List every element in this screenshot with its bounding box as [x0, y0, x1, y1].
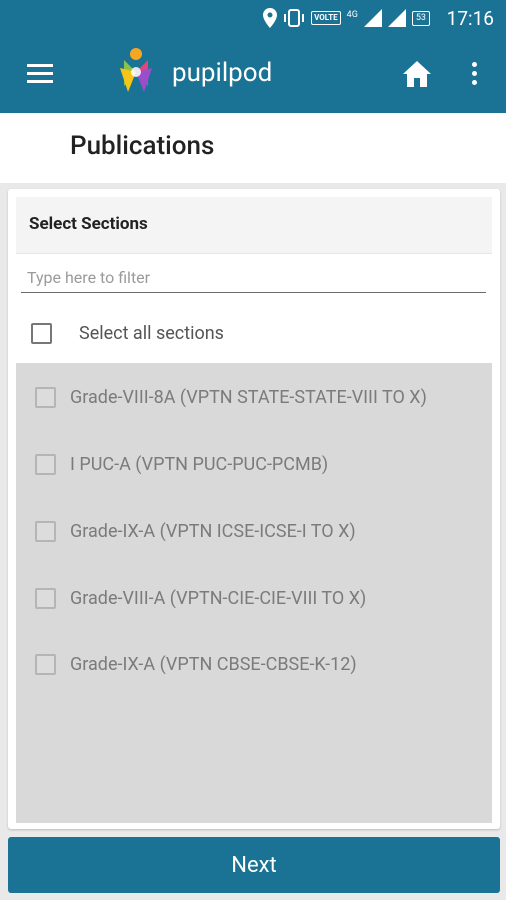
- next-button[interactable]: Next: [8, 837, 500, 893]
- home-icon[interactable]: [402, 60, 432, 88]
- section-item[interactable]: Grade-IX-A (VPTN ICSE-ICSE-I TO X): [16, 511, 492, 551]
- status-time: 17:16: [446, 7, 494, 30]
- section-label: Grade-IX-A (VPTN CBSE-CBSE-K-12): [70, 653, 357, 675]
- section-item[interactable]: I PUC-A (VPTN PUC-PUC-PCMB): [16, 444, 492, 484]
- section-checkbox[interactable]: [35, 587, 56, 609]
- select-all-label: Select all sections: [79, 323, 224, 344]
- section-item[interactable]: Grade-VIII-A (VPTN-CIE-CIE-VIII TO X): [16, 578, 492, 618]
- status-icons: VOLTE 4G 53: [263, 8, 430, 28]
- section-label: Grade-VIII-A (VPTN-CIE-CIE-VIII TO X): [70, 587, 367, 609]
- title-bar: Publications: [0, 113, 506, 183]
- location-icon: [263, 8, 278, 28]
- signal-icon: [363, 9, 382, 27]
- section-label: Grade-VIII-8A (VPTN STATE-STATE-VIII TO …: [70, 386, 427, 408]
- section-checkbox[interactable]: [35, 653, 56, 675]
- vibrate-icon: [284, 9, 305, 27]
- select-all-checkbox[interactable]: [31, 323, 52, 344]
- section-item[interactable]: Grade-IX-A (VPTN CBSE-CBSE-K-12): [16, 644, 492, 684]
- page-title: Publications: [70, 131, 215, 161]
- section-checkbox[interactable]: [35, 453, 56, 475]
- select-all-row[interactable]: Select all sections: [31, 323, 224, 344]
- card-header-title: Select Sections: [29, 214, 148, 234]
- battery-indicator: 53: [411, 10, 430, 26]
- section-label: Grade-IX-A (VPTN ICSE-ICSE-I TO X): [70, 520, 356, 542]
- network-type: 4G: [346, 10, 358, 20]
- filter-input[interactable]: [21, 263, 486, 293]
- pupilpod-logo-icon: [120, 48, 152, 92]
- status-bar: VOLTE 4G 53 17:16: [0, 0, 506, 36]
- section-item[interactable]: Grade-VIII-8A (VPTN STATE-STATE-VIII TO …: [16, 377, 492, 417]
- card-header: Select Sections: [16, 197, 492, 254]
- section-checkbox[interactable]: [35, 520, 56, 542]
- section-label: I PUC-A (VPTN PUC-PUC-PCMB): [70, 453, 329, 475]
- more-options-icon[interactable]: [470, 62, 478, 88]
- section-checkbox[interactable]: [35, 386, 56, 408]
- section-selector-card: Select Sections Select all sections Grad…: [8, 189, 500, 829]
- volte-badge: VOLTE: [311, 11, 341, 25]
- app-bar: pupilpod: [0, 36, 506, 113]
- app-brand-name: pupilpod: [172, 58, 273, 88]
- signal-icon-2: [387, 9, 406, 27]
- section-list: Grade-VIII-8A (VPTN STATE-STATE-VIII TO …: [16, 363, 492, 823]
- menu-icon[interactable]: [27, 64, 53, 84]
